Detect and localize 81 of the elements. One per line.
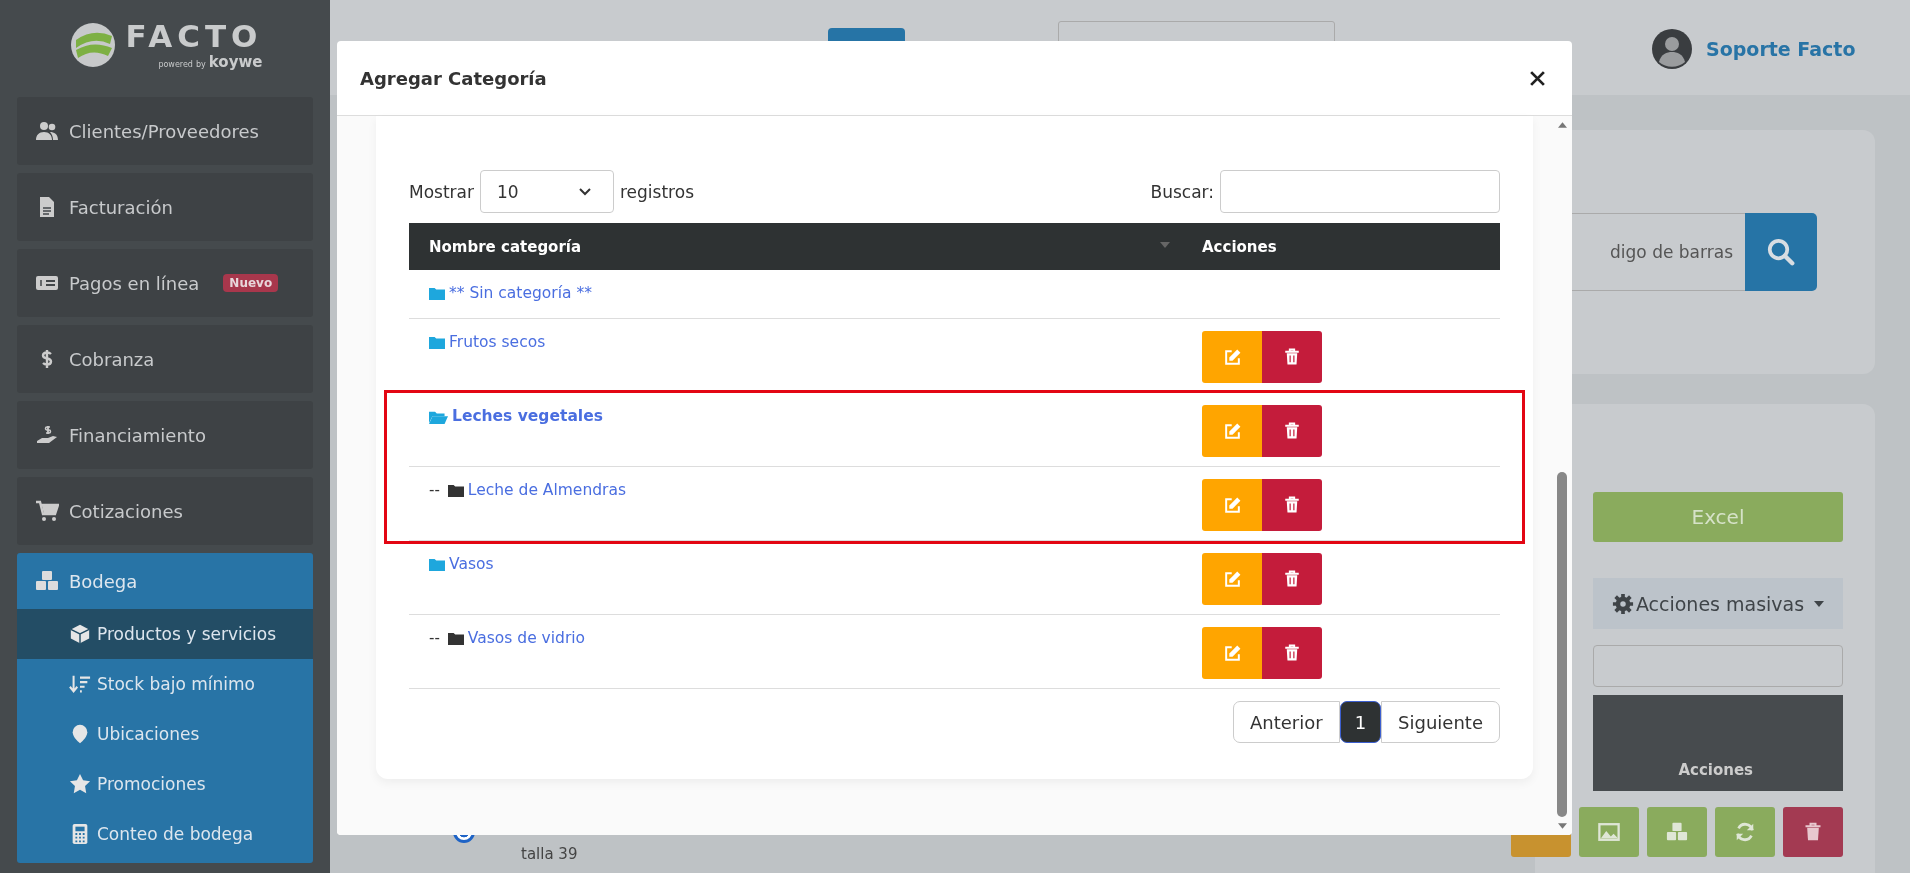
column-header: Acciones <box>1201 237 1278 256</box>
star-icon <box>69 773 91 795</box>
trash-icon <box>1803 822 1823 842</box>
indent-dashes: -- <box>429 629 440 647</box>
submenu-item[interactable]: Stock bajo mínimo <box>17 659 313 709</box>
folder-icon <box>447 632 464 645</box>
new-badge: Nuevo <box>223 274 279 292</box>
cubes-icon <box>1666 821 1688 843</box>
scroll-down-icon[interactable] <box>1557 823 1567 829</box>
scroll-up-icon[interactable] <box>1557 122 1567 128</box>
delete-button[interactable] <box>1262 331 1322 383</box>
search-icon <box>1766 237 1796 267</box>
submenu-item[interactable]: Ubicaciones <box>17 709 313 759</box>
category-link[interactable]: Vasos <box>449 555 494 573</box>
gear-icon <box>1611 592 1634 615</box>
records-label: registros <box>620 181 694 202</box>
show-label: Mostrar <box>409 181 474 202</box>
modal-title: Agregar Categoría <box>360 67 547 89</box>
edit-icon <box>1222 347 1242 367</box>
box-icon <box>69 623 91 645</box>
edit-icon <box>1222 569 1242 589</box>
delete-button[interactable] <box>1783 807 1843 857</box>
sort-icon <box>69 673 91 695</box>
delete-button[interactable] <box>1262 627 1322 679</box>
menu-item[interactable]: Financiamiento <box>17 401 313 469</box>
image-button[interactable] <box>1579 807 1639 857</box>
product-description: talla 39 <box>521 845 578 863</box>
bulk-actions-button[interactable]: Acciones masivas <box>1593 578 1843 629</box>
cubes-icon <box>35 569 59 593</box>
column-header[interactable]: Nombre categoría <box>409 237 1160 256</box>
menu-item[interactable]: Facturación <box>17 173 313 241</box>
stock-button[interactable] <box>1647 807 1707 857</box>
menu-item[interactable]: Clientes/Proveedores <box>17 97 313 165</box>
brand-name: koywe <box>208 52 263 71</box>
submenu-item[interactable]: Productos y servicios <box>17 609 313 659</box>
image-icon <box>1598 821 1620 843</box>
trash-icon <box>1283 496 1301 514</box>
submenu-item[interactable]: Promociones <box>17 759 313 809</box>
menu-item[interactable]: Cobranza <box>17 325 313 393</box>
previous-button[interactable]: Anterior <box>1233 701 1340 743</box>
menu-item[interactable]: Bodega <box>17 553 313 609</box>
caret-icon <box>1814 600 1825 607</box>
page-button[interactable]: 1 <box>1339 701 1382 743</box>
by-text: by <box>195 59 206 69</box>
page-size-select[interactable]: 10 <box>480 170 614 213</box>
trash-icon <box>1283 570 1301 588</box>
refresh-icon <box>1734 821 1756 843</box>
category-link[interactable]: Leche de Almendras <box>467 481 626 499</box>
refresh-button[interactable] <box>1715 807 1775 857</box>
trash-icon <box>1283 348 1301 366</box>
search-button[interactable] <box>1745 213 1817 291</box>
column-header[interactable]: Acciones <box>1678 761 1753 779</box>
next-button[interactable]: Siguiente <box>1381 701 1500 743</box>
users-icon <box>35 119 59 143</box>
trash-icon <box>1283 422 1301 440</box>
trash-icon <box>1283 644 1301 662</box>
filter-field[interactable] <box>1593 645 1843 687</box>
close-icon <box>1529 69 1546 87</box>
search-field[interactable] <box>1220 170 1500 213</box>
submenu-item[interactable]: Conteo de bodega <box>17 809 313 859</box>
category-link[interactable]: Leches vegetales <box>452 407 603 425</box>
powered-text: powered <box>158 59 193 69</box>
category-link[interactable]: Vasos de vidrio <box>467 629 586 647</box>
edit-icon <box>1222 495 1242 515</box>
logo-name: FACTO <box>125 18 263 53</box>
delete-button[interactable] <box>1262 479 1322 531</box>
chevron-icon <box>579 187 591 196</box>
cart-icon <box>35 499 59 523</box>
menu-item[interactable]: Cotizaciones <box>17 477 313 545</box>
delete-button[interactable] <box>1262 405 1322 457</box>
user-name[interactable]: Soporte Facto <box>1706 38 1856 60</box>
folder-icon <box>447 484 464 497</box>
search-label: Buscar: <box>1150 181 1214 202</box>
category-link[interactable]: ** Sin categoría ** <box>449 284 592 302</box>
edit-icon <box>1222 643 1242 663</box>
menu-item[interactable]: Pagos en línea Nuevo <box>17 249 313 317</box>
avatar-icon <box>1652 29 1692 69</box>
category-link[interactable]: Frutos secos <box>449 333 546 351</box>
indent-dashes: -- <box>429 481 440 499</box>
delete-button[interactable] <box>1262 553 1322 605</box>
edit-icon <box>1222 421 1242 441</box>
